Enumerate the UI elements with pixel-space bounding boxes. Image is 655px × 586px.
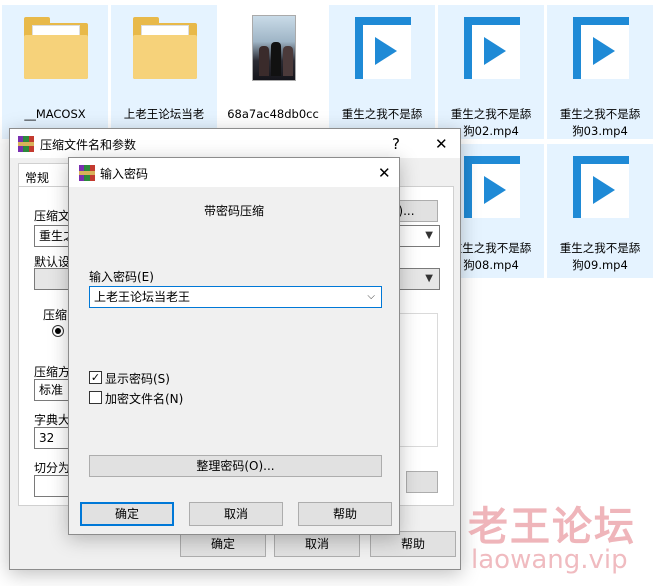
watermark-title: 老王论坛 [468,503,636,550]
file-item-label: __MACOSX [24,107,86,121]
split-volumes-label: 切分为 [34,461,71,475]
set-password-button-partial[interactable] [406,471,438,493]
file-item-label: 重生之我不是舔 [559,107,641,121]
watermark-url: laowang.vip [471,545,628,575]
winrar-icon [79,165,95,181]
image-thumbnail-icon [252,15,296,81]
file-item-video-03[interactable]: 重生之我不是舔 狗03.mp4 [547,5,653,139]
close-icon[interactable]: ✕ [435,135,448,153]
checkmark-icon: ✓ [90,371,101,384]
chevron-down-icon: ▼ [425,273,433,284]
compression-method-label: 压缩方 [34,365,71,379]
enter-password-label: 输入密码(E) [89,270,154,284]
file-item-image[interactable]: 68a7ac48db0cc [220,5,326,139]
file-item-label: 68a7ac48db0cc [227,107,319,121]
file-item-video-09[interactable]: 重生之我不是舔 狗09.mp4 [547,144,653,278]
chevron-down-icon: ▼ [425,230,433,241]
folder-icon [133,17,197,79]
show-password-checkbox[interactable]: ✓ [89,371,102,384]
cancel-button[interactable]: 取消 [189,502,283,526]
show-password-label: 显示密码(S) [105,372,170,386]
dictionary-size-label: 字典大 [34,413,71,427]
dialog-title: 压缩文件名和参数 [40,138,137,152]
file-item-macosx[interactable]: __MACOSX [2,5,108,139]
video-file-icon [573,156,629,218]
tab-general-label: 常规 [25,171,50,185]
password-value: 上老王论坛当老王 [94,290,191,304]
close-icon[interactable]: ✕ [378,164,391,182]
file-item-label: 重生之我不是舔 [450,107,532,121]
ok-button[interactable]: 确定 [80,502,174,526]
file-item-video-02[interactable]: 重生之我不是舔 狗02.mp4 [438,5,544,139]
file-item-label-line2: 狗09.mp4 [572,258,628,272]
dialog-title: 输入密码 [100,167,149,181]
file-item-label-line2: 狗03.mp4 [572,124,628,138]
chevron-down-icon: ⌵ [367,291,375,302]
file-item-label: 上老王论坛当老 [123,107,205,121]
organize-passwords-button[interactable]: 整理密码(O)... [89,455,382,477]
file-item-video-01[interactable]: 重生之我不是舔 [329,5,435,139]
folder-icon [24,17,88,79]
enter-password-dialog: 输入密码 ✕ 带密码压缩 输入密码(E) 上老王论坛当老王 ⌵ ✓ 显示密码(S… [68,157,400,535]
video-file-icon [573,17,629,79]
encrypt-filenames-label: 加密文件名(N) [105,392,184,406]
video-file-icon [464,17,520,79]
file-item-label: 重生之我不是舔 [559,241,641,255]
winrar-icon [18,136,34,152]
password-input[interactable]: 上老王论坛当老王 ⌵ [89,286,382,308]
dialog-titlebar: 输入密码 ✕ [69,158,399,187]
help-button[interactable]: 帮助 [298,502,392,526]
video-file-icon [355,17,411,79]
file-item-label: 重生之我不是舔 [341,107,423,121]
help-icon[interactable]: ? [392,135,400,153]
dialog-heading: 带密码压缩 [203,204,264,218]
radio-button[interactable] [52,325,64,337]
file-item-folder[interactable]: 上老王论坛当老 [111,5,217,139]
video-file-icon [464,156,520,218]
archive-format-group-label: 压缩 [43,308,68,322]
dialog-titlebar: 压缩文件名和参数 ? ✕ [10,129,460,158]
encrypt-filenames-checkbox[interactable] [89,391,102,404]
archive-name-label: 压缩文 [34,209,71,223]
